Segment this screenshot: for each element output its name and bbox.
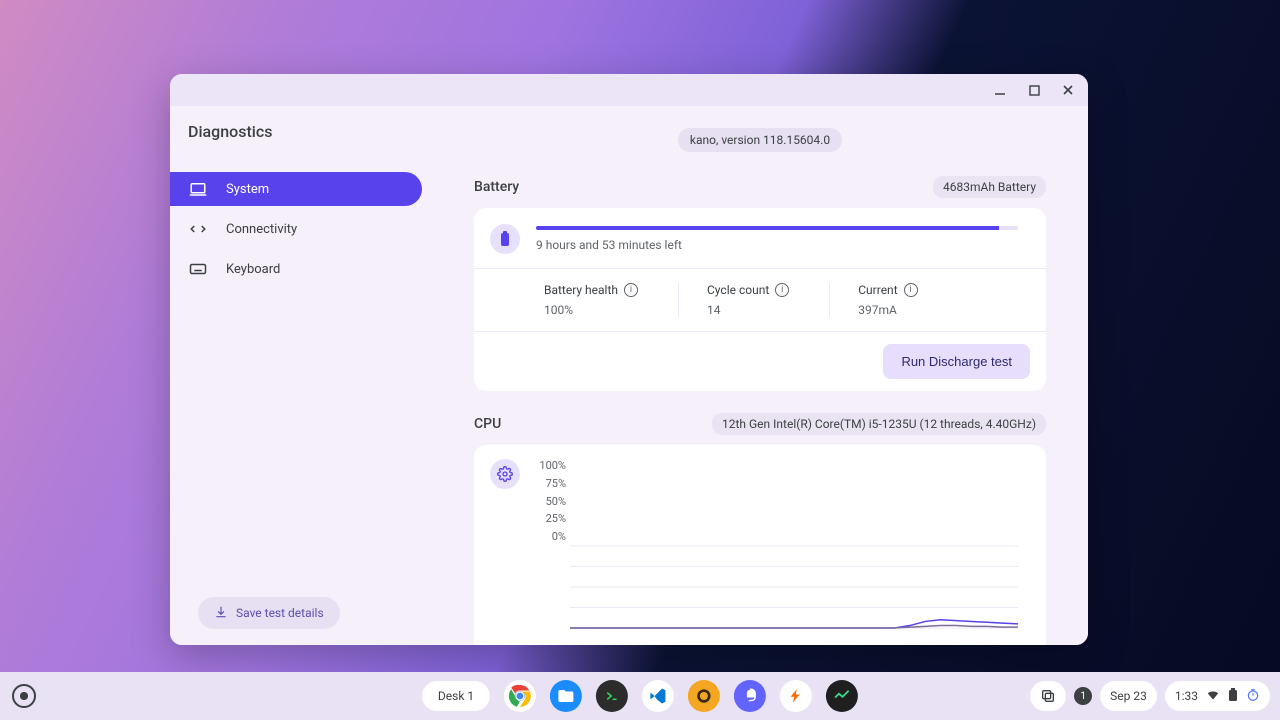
- cycle-count-label: Cycle count: [707, 283, 769, 297]
- cpu-section-header: CPU 12th Gen Intel(R) Core(TM) i5-1235U …: [474, 413, 1046, 435]
- page-title: Diagnostics: [170, 122, 432, 169]
- battery-health-value: 100%: [544, 303, 638, 317]
- download-icon: [214, 605, 228, 622]
- battery-health-label: Battery health: [544, 283, 618, 297]
- sidebar-item-keyboard[interactable]: Keyboard: [170, 252, 422, 286]
- desk-button[interactable]: Desk 1: [422, 681, 490, 711]
- app-icon-8[interactable]: [826, 680, 858, 712]
- sidebar-item-system[interactable]: System: [170, 172, 422, 206]
- battery-card: 9 hours and 53 minutes left Battery heal…: [474, 208, 1046, 391]
- window-titlebar: [170, 74, 1088, 106]
- window-close-button[interactable]: [1058, 80, 1078, 100]
- battery-charge-bar: [536, 226, 1018, 230]
- battery-section-header: Battery 4683mAh Battery: [474, 176, 1046, 198]
- shelf-apps: Desk 1: [422, 680, 858, 712]
- sidebar-item-label: System: [226, 182, 269, 197]
- tray-time: 1:33: [1175, 689, 1198, 703]
- cpu-icon: [490, 459, 520, 489]
- y-tick: 25%: [536, 512, 566, 525]
- battery-time-left: 9 hours and 53 minutes left: [536, 238, 1018, 252]
- cpu-legend: User 5% System 1%: [474, 643, 1046, 645]
- sidebar-item-connectivity[interactable]: Connectivity: [170, 212, 422, 246]
- current-label: Current: [858, 283, 897, 297]
- launcher-button[interactable]: [12, 684, 36, 708]
- wifi-icon: [1206, 688, 1220, 705]
- info-icon[interactable]: i: [904, 283, 918, 297]
- system-tray: 1 Sep 23 1:33: [1030, 681, 1270, 711]
- current-value: 397mA: [858, 303, 917, 317]
- diagnostics-window: Diagnostics System Connectivity Keyboard: [170, 74, 1088, 645]
- y-tick: 100%: [536, 459, 566, 472]
- tray-date-button[interactable]: Sep 23: [1100, 681, 1157, 711]
- laptop-icon: [188, 179, 208, 199]
- sidebar-item-label: Keyboard: [226, 262, 280, 277]
- battery-section-title: Battery: [474, 179, 519, 195]
- cpu-chart: 100% 75% 50% 25% 0%: [536, 459, 1018, 635]
- info-icon[interactable]: i: [624, 283, 638, 297]
- y-tick: 50%: [536, 495, 566, 508]
- tray-tote-button[interactable]: [1030, 681, 1066, 711]
- tray-status-button[interactable]: 1:33: [1165, 681, 1270, 711]
- cycle-count-value: 14: [707, 303, 789, 317]
- notification-count: 1: [1080, 691, 1086, 702]
- vscode-icon[interactable]: [642, 680, 674, 712]
- terminal-icon[interactable]: [596, 680, 628, 712]
- y-tick: 0%: [536, 530, 566, 543]
- sidebar: Diagnostics System Connectivity Keyboard: [170, 106, 432, 645]
- save-button-label: Save test details: [236, 606, 324, 620]
- keyboard-icon: [188, 259, 208, 279]
- tray-date: Sep 23: [1110, 689, 1147, 703]
- battery-icon: [490, 224, 520, 254]
- main-content: kano, version 118.15604.0 Battery 4683mA…: [432, 106, 1088, 645]
- y-tick: 75%: [536, 477, 566, 490]
- app-icon-5[interactable]: [688, 680, 720, 712]
- cpu-model-chip: 12th Gen Intel(R) Core(TM) i5-1235U (12 …: [712, 413, 1046, 435]
- chrome-icon[interactable]: [504, 680, 536, 712]
- files-icon[interactable]: [550, 680, 582, 712]
- run-discharge-test-button[interactable]: Run Discharge test: [883, 344, 1030, 379]
- notification-badge[interactable]: 1: [1074, 687, 1092, 705]
- info-icon[interactable]: i: [775, 283, 789, 297]
- desk-label: Desk 1: [438, 689, 474, 703]
- sidebar-item-label: Connectivity: [226, 222, 297, 237]
- version-chip: kano, version 118.15604.0: [678, 128, 842, 152]
- mastodon-icon[interactable]: [734, 680, 766, 712]
- connectivity-icon: [188, 219, 208, 239]
- window-minimize-button[interactable]: [990, 80, 1010, 100]
- battery-capacity-chip: 4683mAh Battery: [933, 176, 1046, 198]
- cpu-chart-svg: [570, 543, 1018, 631]
- shelf: Desk 1 1 Sep 23: [0, 672, 1280, 720]
- save-test-details-button[interactable]: Save test details: [198, 597, 340, 629]
- cpu-card: 100% 75% 50% 25% 0% User: [474, 445, 1046, 645]
- app-icon-7[interactable]: [780, 680, 812, 712]
- battery-status-icon: [1228, 688, 1238, 705]
- timer-icon: [1246, 688, 1260, 705]
- cpu-section-title: CPU: [474, 416, 501, 432]
- window-maximize-button[interactable]: [1024, 80, 1044, 100]
